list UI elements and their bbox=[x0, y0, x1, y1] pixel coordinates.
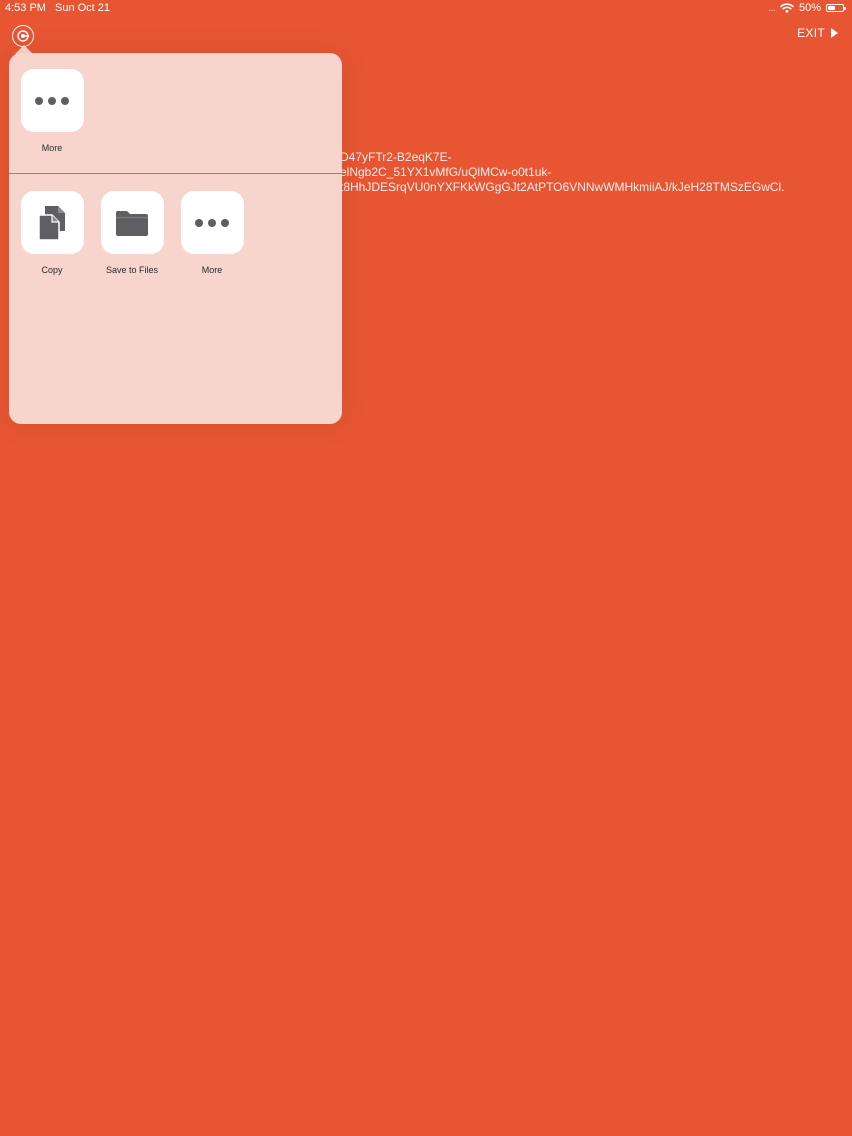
divider bbox=[9, 173, 342, 174]
url-text-line: t8HhJDESrqVU0nYXFKkWGgGJt2AtPTO6VNNwWMHk… bbox=[340, 180, 785, 194]
share-item-label: Copy bbox=[41, 265, 63, 275]
share-sheet: More Copy Save to Files More bbox=[9, 53, 342, 424]
share-row-apps: More bbox=[9, 69, 92, 153]
target-icon[interactable] bbox=[12, 25, 34, 47]
status-time: 4:53 PM bbox=[5, 2, 46, 14]
share-item-label: More bbox=[201, 265, 223, 275]
play-arrow-icon bbox=[831, 28, 838, 38]
target-icon-glyph bbox=[17, 30, 29, 42]
share-item-more-actions[interactable]: More bbox=[172, 191, 252, 275]
status-indicators: .... 50% bbox=[767, 2, 846, 14]
battery-percent: 50% bbox=[798, 2, 821, 14]
status-bar: 4:53 PM Sun Oct 21 .... 50% bbox=[0, 0, 852, 18]
share-item-label: More bbox=[41, 143, 63, 153]
more-tile[interactable] bbox=[20, 69, 84, 132]
exit-label: EXIT bbox=[797, 26, 825, 40]
share-item-copy[interactable]: Copy bbox=[12, 191, 92, 275]
save-to-files-tile[interactable] bbox=[100, 191, 164, 254]
share-item-more-apps[interactable]: More bbox=[12, 69, 92, 153]
url-text-line: D47yFTr2-B2eqK7E- bbox=[340, 150, 452, 164]
cell-signal-icon: .... bbox=[767, 2, 776, 14]
folder-icon bbox=[116, 210, 148, 236]
wifi-icon bbox=[780, 3, 794, 13]
status-date: Sun Oct 21 bbox=[55, 2, 111, 14]
url-text-line: elNgb2C_51YX1vMfG/uQlMCw-o0t1uk- bbox=[340, 165, 552, 179]
share-row-actions: Copy Save to Files More bbox=[9, 191, 252, 275]
share-item-label: Save to Files bbox=[105, 265, 159, 275]
copy-tile[interactable] bbox=[20, 191, 84, 254]
exit-button[interactable]: EXIT bbox=[797, 26, 838, 40]
more-tile[interactable] bbox=[180, 191, 244, 254]
url-text: D47yFTr2-B2eqK7E- elNgb2C_51YX1vMfG/uQlM… bbox=[340, 150, 785, 195]
battery-icon bbox=[826, 4, 846, 12]
share-item-save-to-files[interactable]: Save to Files bbox=[92, 191, 172, 275]
more-dots-icon bbox=[195, 218, 229, 227]
more-dots-icon bbox=[35, 96, 69, 105]
copy-icon bbox=[38, 205, 65, 241]
